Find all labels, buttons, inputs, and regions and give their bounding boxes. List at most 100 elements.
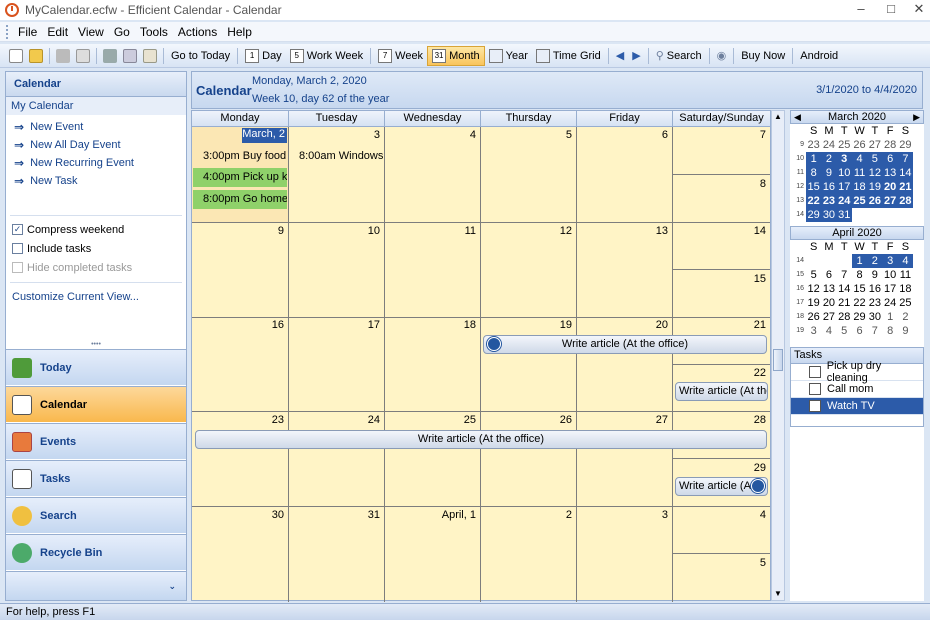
task-checkbox[interactable] <box>809 383 821 395</box>
mini-day[interactable]: 9 <box>867 268 882 282</box>
new-task-link[interactable]: ⇒ New Task <box>6 172 186 190</box>
buy-now-button[interactable]: Buy Now <box>737 46 789 66</box>
mini-day[interactable]: 24 <box>882 296 897 310</box>
mini-day[interactable]: 30 <box>867 310 882 324</box>
mini-day[interactable] <box>882 208 897 222</box>
mini-day[interactable]: 5 <box>806 268 821 282</box>
day-number[interactable]: 20 <box>576 319 668 331</box>
mini-day[interactable]: 28 <box>882 138 897 152</box>
day-number[interactable]: 13 <box>576 225 668 237</box>
event-write-article-week-bar[interactable]: Write article (At the office) <box>195 430 767 449</box>
day-number[interactable]: 30 <box>192 509 284 521</box>
day-number[interactable]: 4 <box>674 509 766 521</box>
mini-day[interactable] <box>821 254 836 268</box>
day-number[interactable]: 17 <box>288 319 380 331</box>
print-icon[interactable] <box>56 48 70 63</box>
mini-day[interactable]: 8 <box>806 166 822 180</box>
week-view-button[interactable]: 7 Week <box>374 46 427 66</box>
task-checkbox[interactable] <box>809 366 821 378</box>
mini-day[interactable]: 29 <box>852 310 867 324</box>
include-tasks-checkbox[interactable]: Include tasks <box>6 239 186 258</box>
help-icon[interactable]: ◉ <box>713 46 731 66</box>
mini-day[interactable]: 26 <box>806 310 821 324</box>
nav-today-button[interactable]: Today <box>6 349 186 385</box>
time-grid-button[interactable]: Time Grid <box>532 46 605 66</box>
task-checkbox[interactable] <box>809 400 821 412</box>
mini-day[interactable] <box>898 208 913 222</box>
mini-day[interactable]: 8 <box>852 268 867 282</box>
day-number[interactable]: 11 <box>384 225 476 237</box>
mini-day[interactable]: 3 <box>836 152 852 166</box>
day-number[interactable]: 12 <box>480 225 572 237</box>
day-number[interactable]: 14 <box>674 225 766 237</box>
mini-day[interactable]: 6 <box>882 152 898 166</box>
new-file-icon[interactable] <box>9 48 23 63</box>
mini-day[interactable]: 17 <box>882 282 897 296</box>
day-number[interactable]: April, 1 <box>384 509 476 521</box>
day-number[interactable]: 26 <box>480 414 572 426</box>
mini-day[interactable]: 12 <box>867 166 883 180</box>
mini-day[interactable]: 14 <box>837 282 852 296</box>
mini-day[interactable]: 26 <box>852 138 867 152</box>
mini-day[interactable]: 16 <box>821 180 837 194</box>
mini-day[interactable]: 25 <box>837 138 852 152</box>
mini-day[interactable] <box>852 208 867 222</box>
mini-day[interactable]: 6 <box>852 324 867 338</box>
mini-day[interactable]: 22 <box>806 194 822 208</box>
day-number[interactable]: 15 <box>674 273 766 285</box>
mini-day[interactable]: 4 <box>897 254 914 268</box>
menu-actions[interactable]: Actions <box>173 25 222 39</box>
mini-day[interactable]: 1 <box>851 254 868 268</box>
configure-buttons-chevron-icon[interactable]: ⌄ <box>6 571 186 600</box>
mini-day[interactable]: 25 <box>898 296 913 310</box>
mini-day[interactable]: 30 <box>821 208 837 222</box>
mini-day[interactable] <box>837 254 852 268</box>
day-number[interactable]: 21 <box>674 319 766 331</box>
mini-day[interactable]: 1 <box>806 152 822 166</box>
mini-day[interactable]: 25 <box>851 194 868 208</box>
minimize-button[interactable]: – <box>846 0 876 20</box>
mini-day[interactable]: 21 <box>837 296 852 310</box>
mini-day[interactable]: 3 <box>882 254 898 268</box>
mini-day[interactable]: 11 <box>898 268 913 282</box>
menu-help[interactable]: Help <box>222 25 257 39</box>
mini-day[interactable]: 8 <box>882 324 897 338</box>
day-number[interactable]: 24 <box>288 414 380 426</box>
mini-day[interactable]: 2 <box>898 310 913 324</box>
prev-month-arrow-icon[interactable]: ◀ <box>794 111 801 123</box>
day-number[interactable]: 5 <box>480 129 572 141</box>
month-view-button[interactable]: 31 Month <box>427 45 485 66</box>
mini-day[interactable]: 9 <box>821 166 837 180</box>
mini-day[interactable]: 5 <box>867 152 883 166</box>
mini-day[interactable]: 26 <box>867 194 883 208</box>
mini-day[interactable]: 13 <box>821 282 836 296</box>
menu-file[interactable]: File <box>13 25 42 39</box>
day-number[interactable]: 2 <box>480 509 572 521</box>
mini-day[interactable]: 15 <box>852 282 867 296</box>
mini-day[interactable]: 1 <box>882 310 897 324</box>
task-item-selected[interactable]: Watch TV <box>791 398 923 415</box>
mini-day[interactable]: 19 <box>806 296 821 310</box>
mini-day[interactable]: 7 <box>837 268 852 282</box>
mini-day[interactable]: 11 <box>851 166 868 180</box>
mini-day[interactable]: 10 <box>882 268 897 282</box>
mini-day[interactable]: 7 <box>867 324 882 338</box>
mini-day[interactable]: 22 <box>852 296 867 310</box>
day-number[interactable]: 7 <box>674 129 766 141</box>
nav-search-button[interactable]: Search <box>6 497 186 533</box>
mini-day[interactable]: 20 <box>821 296 836 310</box>
mini-day[interactable]: 29 <box>898 138 913 152</box>
cut-icon[interactable] <box>103 48 117 63</box>
mini-day[interactable]: 28 <box>837 310 852 324</box>
search-button[interactable]: ⚲ Search <box>652 46 706 66</box>
day-number[interactable]: 16 <box>192 319 284 331</box>
mini-day[interactable]: 9 <box>898 324 913 338</box>
mini-day[interactable]: 27 <box>882 194 898 208</box>
mini-day[interactable]: 4 <box>821 324 836 338</box>
mini-day[interactable]: 14 <box>897 166 914 180</box>
mini-day[interactable]: 15 <box>806 180 822 194</box>
day-number[interactable]: 4 <box>384 129 476 141</box>
hide-completed-tasks-checkbox[interactable]: Hide completed tasks <box>6 258 186 277</box>
mini-day[interactable]: 23 <box>821 194 837 208</box>
mini-day[interactable]: 19 <box>867 180 883 194</box>
